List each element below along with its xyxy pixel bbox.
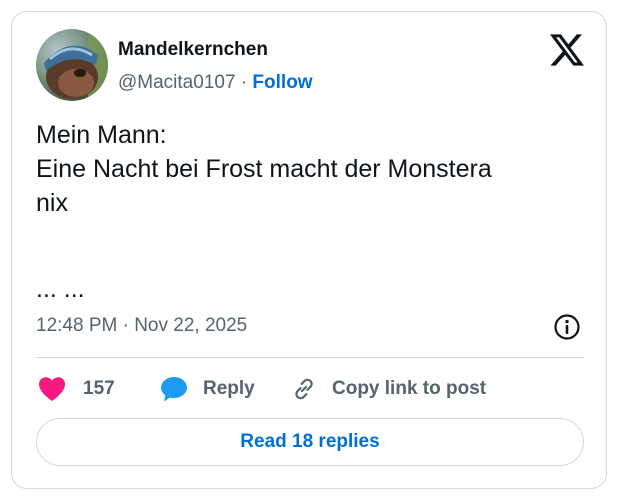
avatar[interactable] bbox=[36, 29, 108, 101]
handle-separator: · bbox=[240, 72, 248, 93]
copy-link-button[interactable]: Copy link to post bbox=[290, 374, 486, 404]
tweet-embed-card: Mandelkernchen @Macita0107 · Follow Mein… bbox=[11, 11, 607, 489]
tweet-ellipsis: ... ... bbox=[36, 275, 85, 303]
tweet-text: Mein Mann: Eine Nacht bei Frost macht de… bbox=[36, 118, 586, 220]
x-logo-icon[interactable] bbox=[550, 34, 584, 66]
follow-link[interactable]: Follow bbox=[252, 72, 312, 93]
action-bar: 157 Reply Copy link to post bbox=[36, 374, 584, 404]
speech-bubble-icon bbox=[160, 375, 188, 403]
reply-button[interactable]: Reply bbox=[160, 374, 255, 404]
author-handle-row: @Macita0107 · Follow bbox=[118, 71, 313, 95]
tweet-text-line: Eine Nacht bei Frost macht der Monstera bbox=[36, 155, 492, 183]
tweet-timestamp[interactable]: 12:48 PM · Nov 22, 2025 bbox=[36, 314, 247, 338]
divider bbox=[36, 357, 584, 358]
tweet-text-line: Mein Mann: bbox=[36, 121, 167, 149]
heart-icon bbox=[38, 376, 66, 402]
author-handle[interactable]: @Macita0107 bbox=[118, 72, 236, 93]
link-icon bbox=[290, 375, 318, 403]
info-icon[interactable] bbox=[553, 313, 581, 341]
read-replies-label: Read 18 replies bbox=[240, 431, 380, 452]
read-replies-button[interactable]: Read 18 replies bbox=[36, 418, 584, 466]
copy-link-label: Copy link to post bbox=[332, 378, 487, 399]
tweet-text-line: nix bbox=[36, 189, 68, 217]
like-count: 157 bbox=[83, 378, 115, 399]
avatar-image bbox=[36, 29, 108, 101]
reply-label: Reply bbox=[203, 378, 255, 399]
author-display-name[interactable]: Mandelkernchen bbox=[118, 38, 268, 62]
like-button[interactable]: 157 bbox=[38, 374, 115, 404]
